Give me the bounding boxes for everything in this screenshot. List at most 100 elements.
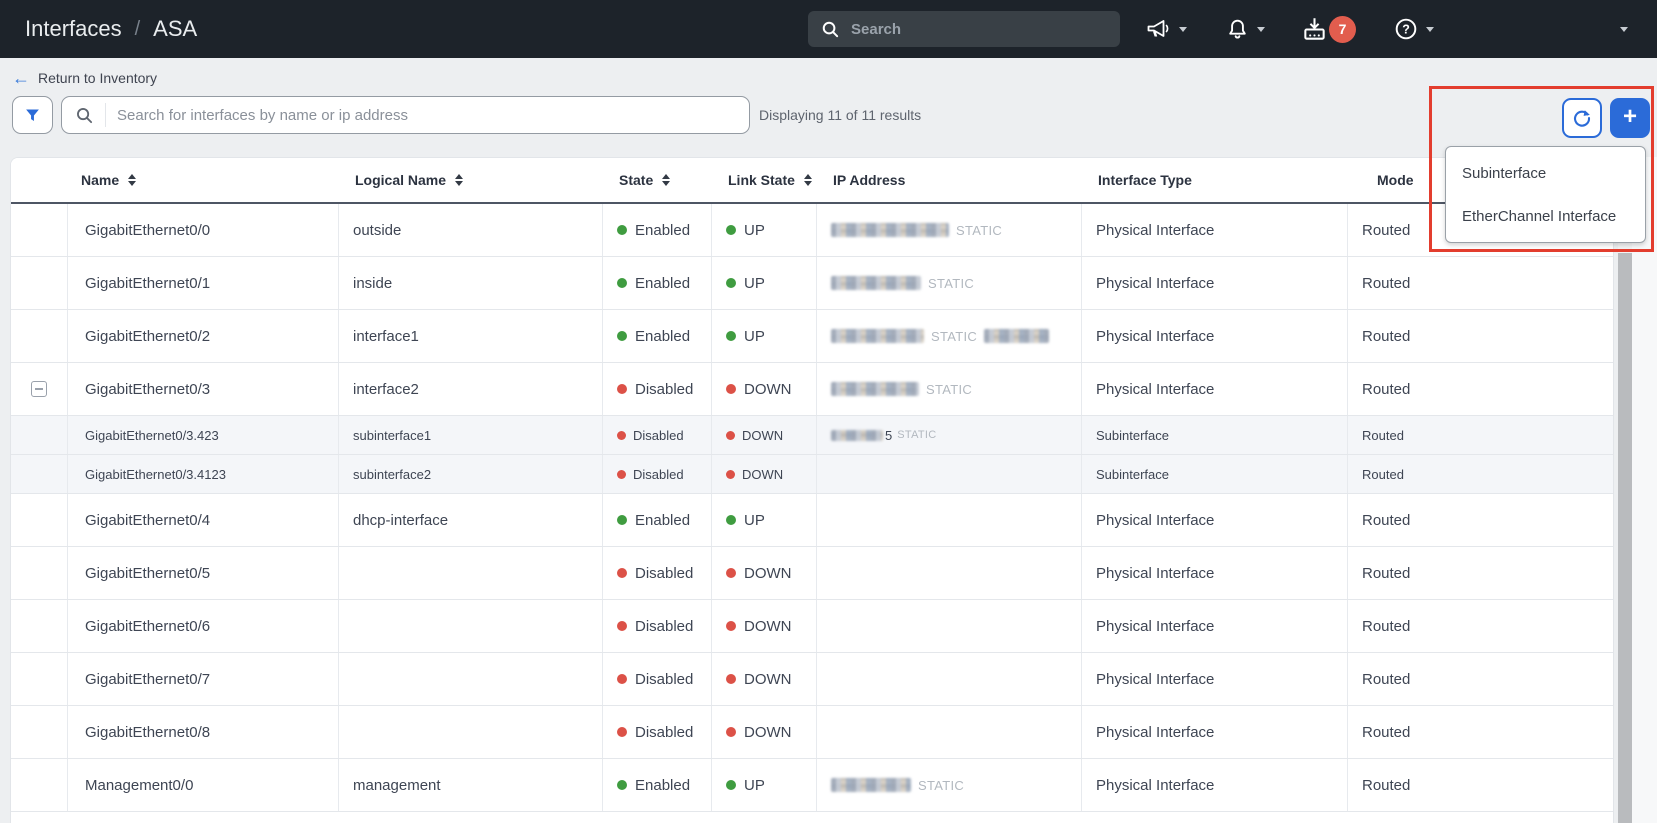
cell-link-state: DOWN xyxy=(712,547,817,599)
link-state-label: UP xyxy=(744,328,765,345)
state-label: Disabled xyxy=(635,618,693,635)
column-label: State xyxy=(619,172,653,188)
page-title-device: ASA xyxy=(153,16,197,42)
interface-search xyxy=(61,96,750,134)
deploy-menu[interactable]: 7 xyxy=(1300,0,1356,58)
cell-state: Disabled xyxy=(603,600,712,652)
expander-cell xyxy=(11,547,68,599)
link-state-label: DOWN xyxy=(744,724,792,741)
expander-cell xyxy=(11,653,68,705)
cell-interface-type: Physical Interface xyxy=(1082,706,1348,758)
table-row[interactable]: Management0/0managementEnabledUPSTATICPh… xyxy=(11,759,1613,812)
table-row[interactable]: GigabitEthernet0/4dhcp-interfaceEnabledU… xyxy=(11,494,1613,547)
table-row[interactable]: GigabitEthernet0/5DisabledDOWNPhysical I… xyxy=(11,547,1613,600)
title-separator: / xyxy=(135,18,141,41)
account-menu[interactable] xyxy=(1620,0,1628,58)
cell-link-state: DOWN xyxy=(712,600,817,652)
state-dot xyxy=(617,568,627,578)
cell-state: Enabled xyxy=(603,204,712,256)
column-header-link[interactable]: Link State xyxy=(712,170,817,190)
cell-state: Disabled xyxy=(603,363,712,415)
results-count: Displaying 11 of 11 results xyxy=(759,96,921,134)
refresh-icon xyxy=(1572,108,1592,128)
cell-interface-type: Subinterface xyxy=(1082,455,1348,493)
cell-state: Enabled xyxy=(603,494,712,546)
table-row[interactable]: GigabitEthernet0/6 Disabled DOWN Physical I… xyxy=(11,600,1613,653)
plus-icon: + xyxy=(1623,103,1637,131)
cell-name: GigabitEthernet0/8 xyxy=(68,706,339,758)
chevron-down-icon xyxy=(1426,27,1434,36)
cell-name: GigabitEthernet0/6 xyxy=(68,600,339,652)
table-row[interactable]: GigabitEthernet0/3.4123subinterface2Disa… xyxy=(11,455,1613,494)
help-icon: ? xyxy=(1393,16,1419,42)
global-search[interactable]: Search xyxy=(808,11,1120,47)
column-header-logical[interactable]: Logical Name xyxy=(339,170,603,190)
refresh-button[interactable] xyxy=(1562,98,1602,138)
table-row[interactable]: GigabitEthernet0/1insideEnabledUPSTATICP… xyxy=(11,257,1613,310)
sort-icon xyxy=(662,170,670,190)
link-state-label: UP xyxy=(744,777,765,794)
cell-link-state: DOWN xyxy=(712,416,817,454)
ip-type-label: STATIC xyxy=(897,429,936,441)
state-label: Disabled xyxy=(633,428,684,443)
cell-link-state: DOWN xyxy=(712,363,817,415)
state-dot xyxy=(617,674,627,684)
column-header-state[interactable]: State xyxy=(603,170,712,190)
add-menu-item[interactable]: EtherChannel Interface xyxy=(1446,195,1645,238)
announcements-menu[interactable] xyxy=(1145,0,1187,58)
link-state-label: DOWN xyxy=(742,467,783,482)
ip-type-label: STATIC xyxy=(956,223,1002,238)
input-divider xyxy=(105,103,106,127)
table-row[interactable]: GigabitEthernet0/3.423subinterface1Disab… xyxy=(11,416,1613,455)
help-menu[interactable]: ? xyxy=(1393,0,1434,58)
cell-state: Disabled xyxy=(603,455,712,493)
cell-interface-type: Physical Interface xyxy=(1082,600,1348,652)
state-label: Disabled xyxy=(635,671,693,688)
table-row[interactable]: GigabitEthernet0/3interface2DisabledDOWN… xyxy=(11,363,1613,416)
table-row[interactable]: GigabitEthernet0/2interface1EnabledUPSTA… xyxy=(11,310,1613,363)
add-menu-item[interactable]: Subinterface xyxy=(1446,152,1645,195)
state-dot xyxy=(617,727,627,737)
table-row[interactable]: GigabitEthernet0/8DisabledDOWNPhysical I… xyxy=(11,706,1613,759)
state-dot xyxy=(617,780,627,790)
return-to-inventory-link[interactable]: ← Return to Inventory xyxy=(12,58,157,97)
table-row[interactable]: GigabitEthernet0/7DisabledDOWNPhysical I… xyxy=(11,653,1613,706)
scrollbar-thumb[interactable] xyxy=(1618,253,1632,823)
cell-state: Enabled xyxy=(603,257,712,309)
cell-mode: Routed xyxy=(1348,759,1613,811)
expander-cell[interactable] xyxy=(11,363,68,415)
cell-interface-type: Physical Interface xyxy=(1082,759,1348,811)
deploy-badge: 7 xyxy=(1329,16,1356,43)
cell-name: GigabitEthernet0/5 xyxy=(68,547,339,599)
interface-search-input[interactable] xyxy=(117,107,736,124)
link-state-dot xyxy=(726,621,736,631)
cell-state: Enabled xyxy=(603,759,712,811)
deploy-inbox-icon xyxy=(1300,15,1329,43)
filter-button[interactable] xyxy=(12,96,53,134)
cell-interface-type: Physical Interface xyxy=(1082,204,1348,256)
state-dot xyxy=(617,470,626,479)
notifications-menu[interactable] xyxy=(1225,0,1265,58)
column-label: Link State xyxy=(728,172,795,188)
cell-mode: Routed xyxy=(1348,600,1613,652)
cell-interface-type: Physical Interface xyxy=(1082,494,1348,546)
link-state-label: DOWN xyxy=(744,381,792,398)
table-row[interactable]: GigabitEthernet0/0outsideEnabledUPSTATIC… xyxy=(11,204,1613,257)
bell-icon xyxy=(1225,17,1250,42)
cell-interface-type: Physical Interface xyxy=(1082,653,1348,705)
collapse-icon[interactable] xyxy=(31,381,47,397)
link-state-dot xyxy=(726,225,736,235)
ip-type-label: STATIC xyxy=(931,329,977,344)
state-label: Disabled xyxy=(635,381,693,398)
partial-row xyxy=(11,812,1613,823)
cell-logical-name: outside xyxy=(339,204,603,256)
megaphone-icon xyxy=(1145,17,1172,41)
column-header-name[interactable]: Name xyxy=(68,170,339,190)
add-interface-button[interactable]: + xyxy=(1610,98,1650,138)
cell-ip-address xyxy=(817,653,1082,705)
state-label: Enabled xyxy=(635,328,690,345)
app-header: Interfaces / ASA Search 7 xyxy=(0,0,1657,58)
state-dot xyxy=(617,331,627,341)
cell-ip-address: STATIC xyxy=(817,363,1082,415)
column-header-ip: IP Address xyxy=(817,172,1082,188)
